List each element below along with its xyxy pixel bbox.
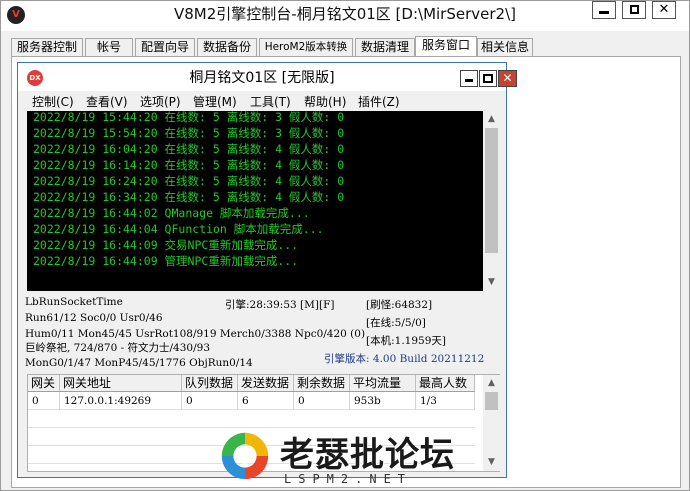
console-scrollbar[interactable]: ▲ ▼ (483, 111, 500, 291)
menu-control[interactable]: 控制(C) (32, 94, 74, 110)
table-cell: 127.0.0.1:49269 (60, 392, 182, 410)
log-line: 2022/8/19 16:34:20 在线数: 5 离线数: 4 假人数: 0 (33, 190, 345, 204)
table-row[interactable]: 0 127.0.0.1:49269 0 6 0 953b 1/3 (28, 392, 475, 410)
watermark-url: LSPM2.NET (284, 472, 413, 486)
menu-manage[interactable]: 管理(M) (193, 94, 237, 110)
watermark: 老瑟批论坛 LSPM2.NET (212, 425, 482, 491)
run-stats: Run61/12 Soc0/0 Usr0/46 (25, 312, 163, 324)
refresh-monster: [刷怪:64832] (366, 299, 433, 311)
window-title: V8M2引擎控制台-桐月铭文01区 [D:\MirServer2\] (174, 5, 516, 23)
tab-bar: 服务器控制 帐号 配置向导 数据备份 HeroM2版本转换 数据清理 服务窗口 … (11, 36, 681, 57)
menu-help[interactable]: 帮助(H) (304, 94, 346, 110)
maximize-icon (483, 74, 493, 83)
close-icon: ✕ (658, 2, 670, 17)
column-header[interactable]: 发送数据 (238, 375, 294, 391)
tab-config-wizard[interactable]: 配置向导 (135, 38, 195, 56)
column-header[interactable]: 队列数据 (182, 375, 238, 391)
column-header[interactable]: 剩余数据 (294, 375, 350, 391)
table-cell: 6 (238, 392, 294, 410)
menu-view[interactable]: 查看(V) (86, 94, 128, 110)
title-bar[interactable]: V V8M2引擎控制台-桐月铭文01区 [D:\MirServer2\] ✕ (1, 1, 689, 31)
engine-version: 引擎版本: 4.00 Build 20211212 (324, 353, 485, 365)
log-line: 2022/8/19 16:44:02 QManage 脚本加载完成... (33, 206, 310, 220)
hum-stats: Hum0/11 Mon45/45 UsrRot108/919 Merch0/33… (25, 328, 366, 340)
watermark-name: 老瑟批论坛 (280, 435, 455, 475)
tab-related-info[interactable]: 相关信息 (477, 38, 533, 56)
table-cell: 953b (350, 392, 416, 410)
log-console[interactable]: 2022/8/19 15:44:20 在线数: 5 离线数: 3 假人数: 0 … (27, 111, 500, 291)
column-header[interactable]: 最高人数 (416, 375, 475, 391)
scroll-up-icon[interactable]: ▲ (483, 111, 500, 128)
online-count: [在线:5/5/0] (366, 317, 426, 329)
maximize-button[interactable] (622, 1, 646, 19)
menu-tools[interactable]: 工具(T) (250, 94, 291, 110)
minimize-icon (465, 79, 473, 82)
menu-plugins[interactable]: 插件(Z) (358, 94, 400, 110)
forum-logo-icon (221, 432, 269, 480)
log-line: 2022/8/19 16:44:09 交易NPC重新加载完成... (33, 238, 299, 252)
menu-options[interactable]: 选项(P) (140, 94, 181, 110)
menu-bar: 控制(C) 查看(V) 选项(P) 管理(M) 工具(T) 帮助(H) 插件(Z… (18, 93, 506, 111)
server-window: DX 桐月铭文01区 [无限版] ✕ 控制(C) 查看(V) 选项(P) 管理(… (17, 62, 517, 478)
log-line: 2022/8/19 16:44:09 管理NPC重新加载完成... (33, 254, 299, 268)
server-window-title-bar[interactable]: DX 桐月铭文01区 [无限版] ✕ (18, 63, 517, 91)
server-window-title: 桐月铭文01区 [无限版] (189, 70, 335, 86)
scroll-thumb[interactable] (485, 128, 498, 253)
table-cell: 1/3 (416, 392, 475, 410)
table-cell: 0 (28, 392, 60, 410)
tab-herom2-convert[interactable]: HeroM2版本转换 (259, 38, 353, 56)
engine-time: 引擎:28:39:53 [M][F] (225, 299, 335, 311)
tab-data-cleanup[interactable]: 数据清理 (355, 38, 415, 56)
scroll-down-icon[interactable]: ▼ (483, 454, 500, 471)
local-uptime: [本机:1.1959天] (366, 335, 446, 347)
tab-service-window[interactable]: 服务窗口 (415, 36, 477, 57)
tab-data-backup[interactable]: 数据备份 (197, 38, 257, 56)
log-line: 2022/8/19 16:04:20 在线数: 5 离线数: 4 假人数: 0 (33, 142, 345, 156)
table-cell: 0 (294, 392, 350, 410)
log-line: 2022/8/19 16:24:20 在线数: 5 离线数: 4 假人数: 0 (33, 174, 345, 188)
tab-server-control[interactable]: 服务器控制 (11, 38, 83, 56)
server-close-button[interactable]: ✕ (498, 70, 517, 87)
mongen-stats: MonG0/1/47 MonP45/45/1776 ObjRun0/14 (25, 357, 253, 369)
log-line: 2022/8/19 15:54:20 在线数: 5 离线数: 3 假人数: 0 (33, 126, 345, 140)
column-header[interactable]: 网关 (28, 375, 60, 391)
table-scrollbar[interactable]: ▲ ▼ (483, 375, 500, 471)
ritual-info: 巨岭祭祀, 724/870 - 符文力士/430/93 (25, 342, 210, 354)
log-line: 2022/8/19 15:44:20 在线数: 5 离线数: 3 假人数: 0 (33, 111, 345, 124)
column-header[interactable]: 网关地址 (60, 375, 182, 391)
scroll-thumb[interactable] (485, 392, 498, 410)
close-button[interactable]: ✕ (652, 1, 676, 19)
server-minimize-button[interactable] (460, 70, 478, 87)
table-cell: 0 (182, 392, 238, 410)
maximize-icon (630, 5, 639, 14)
close-icon: ✕ (502, 71, 513, 85)
server-maximize-button[interactable] (479, 70, 497, 87)
minimize-button[interactable] (592, 1, 616, 19)
scroll-up-icon[interactable]: ▲ (483, 375, 500, 392)
socket-status: LbRunSocketTime (25, 296, 123, 308)
tab-account[interactable]: 帐号 (85, 38, 133, 56)
log-line: 2022/8/19 16:14:20 在线数: 5 离线数: 4 假人数: 0 (33, 158, 345, 172)
scroll-down-icon[interactable]: ▼ (483, 274, 500, 291)
minimize-icon (599, 11, 609, 14)
table-header: 网关 网关地址 队列数据 发送数据 剩余数据 平均流量 最高人数 (28, 375, 475, 392)
column-header[interactable]: 平均流量 (350, 375, 416, 391)
log-line: 2022/8/19 16:44:04 QFunction 脚本加载完成... (33, 222, 324, 236)
